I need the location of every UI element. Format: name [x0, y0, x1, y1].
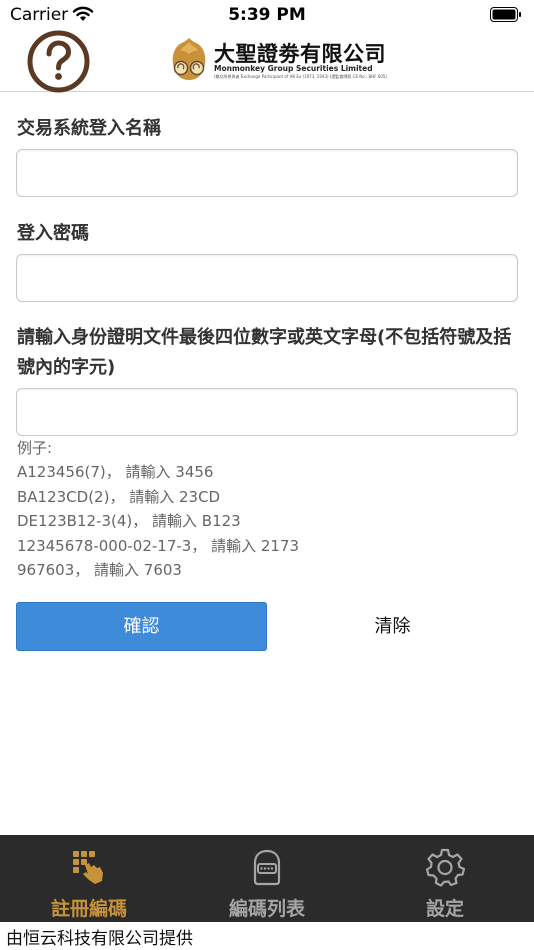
example-item: BA123CD(2)， 請輸入 23CD	[17, 487, 221, 506]
username-label: 交易系統登入名稱	[17, 118, 161, 139]
tab-label: 註冊編碼	[50, 898, 127, 920]
example-item: A123456(7)， 請輸入 3456	[17, 463, 214, 482]
footer-credit: 由恒云科技有限公司提供	[6, 929, 193, 949]
id-digits-label: 請輸入身份證明文件最後四位數字或英文字母(不包括符號及括號內的字元)	[17, 327, 512, 378]
keypad-hand-icon	[73, 851, 103, 884]
username-input[interactable]	[16, 149, 518, 197]
battery-icon	[490, 7, 521, 22]
example-item: DE123B12-3(4)， 請輸入 B123	[17, 512, 241, 531]
examples-heading: 例子:	[17, 439, 53, 457]
examples-list: 例子: A123456(7)， 請輸入 3456 BA123CD(2)， 請輸入…	[17, 436, 299, 582]
brand-english-name: Monmonkey Group Securities Limited	[214, 64, 373, 73]
tab-bar: 註冊編碼 編碼列表 設定	[0, 835, 534, 922]
help-button[interactable]	[27, 30, 90, 93]
clock-time: 5:39 PM	[228, 5, 306, 25]
tab-label: 編碼列表	[228, 898, 305, 920]
monkey-logo-icon	[172, 38, 206, 80]
tab-code-list[interactable]: 編碼列表	[178, 835, 356, 922]
password-input[interactable]	[16, 254, 518, 302]
token-device-icon	[253, 849, 281, 886]
status-bar: Carrier 5:39 PM	[0, 0, 534, 30]
clear-button[interactable]: 清除	[267, 602, 518, 651]
tab-settings[interactable]: 設定	[356, 835, 534, 922]
brand-logo: 大聖證劵有限公司 Monmonkey Group Securities Limi…	[168, 36, 387, 82]
question-circle-icon	[27, 30, 90, 93]
tab-register-code[interactable]: 註冊編碼	[0, 835, 178, 922]
id-digits-input[interactable]	[16, 388, 518, 436]
brand-subtitle: (聯交所參與者 Exchange Participant of HK Ex (1…	[214, 74, 388, 79]
example-item: 967603， 請輸入 7603	[17, 561, 182, 580]
password-label: 登入密碼	[17, 223, 89, 244]
gear-icon	[425, 848, 465, 887]
example-item: 12345678-000-02-17-3， 請輸入 2173	[17, 536, 300, 555]
tab-label: 設定	[425, 898, 464, 920]
confirm-button[interactable]: 確認	[16, 602, 267, 651]
app-header: 大聖證劵有限公司 Monmonkey Group Securities Limi…	[0, 30, 534, 93]
